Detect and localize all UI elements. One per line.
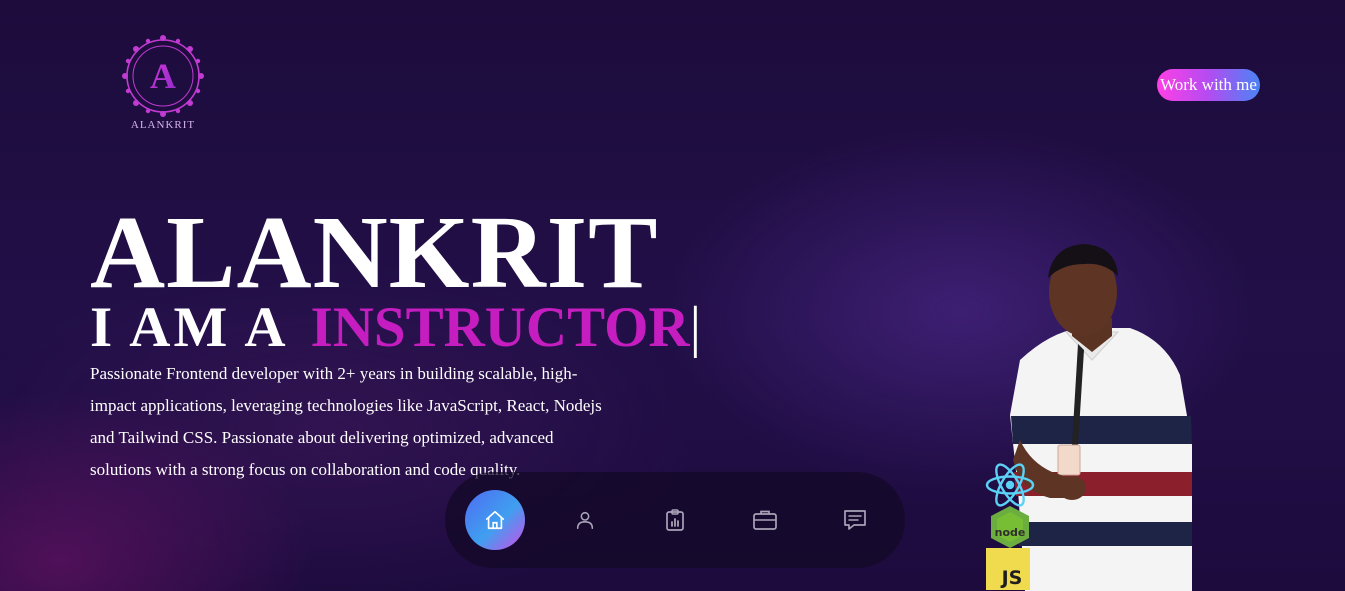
briefcase-icon: [753, 510, 777, 530]
bottom-nav: [445, 472, 905, 568]
nav-work[interactable]: [735, 490, 795, 550]
logo-text: ALANKRIT: [130, 119, 196, 131]
brand-logo[interactable]: A ALANKRIT: [118, 32, 208, 136]
nodejs-icon: node: [987, 505, 1033, 549]
javascript-icon: JS: [986, 548, 1030, 590]
hero-description: Passionate Frontend developer with 2+ ye…: [90, 364, 602, 479]
react-icon: [984, 462, 1036, 508]
role-prefix: I AM A: [90, 296, 289, 359]
javascript-label: JS: [1000, 567, 1023, 589]
nav-contact[interactable]: [825, 490, 885, 550]
work-with-me-button[interactable]: Work with me: [1157, 69, 1260, 101]
nav-about[interactable]: [555, 490, 615, 550]
logo-emblem-icon: A: [122, 35, 204, 117]
hero-role: I AM A INSTRUCTOR|: [90, 298, 701, 358]
home-icon: [485, 510, 505, 530]
hero-name: ALANKRIT: [90, 195, 659, 310]
nav-skills[interactable]: [645, 490, 705, 550]
clipboard-chart-icon: [666, 509, 684, 531]
nodejs-label: node: [995, 526, 1026, 539]
logo-letter: A: [150, 56, 176, 96]
user-icon: [576, 511, 594, 530]
message-icon: [844, 510, 866, 530]
nav-home[interactable]: [465, 490, 525, 550]
role-word: INSTRUCTOR: [310, 296, 690, 359]
typing-cursor: |: [689, 296, 701, 359]
